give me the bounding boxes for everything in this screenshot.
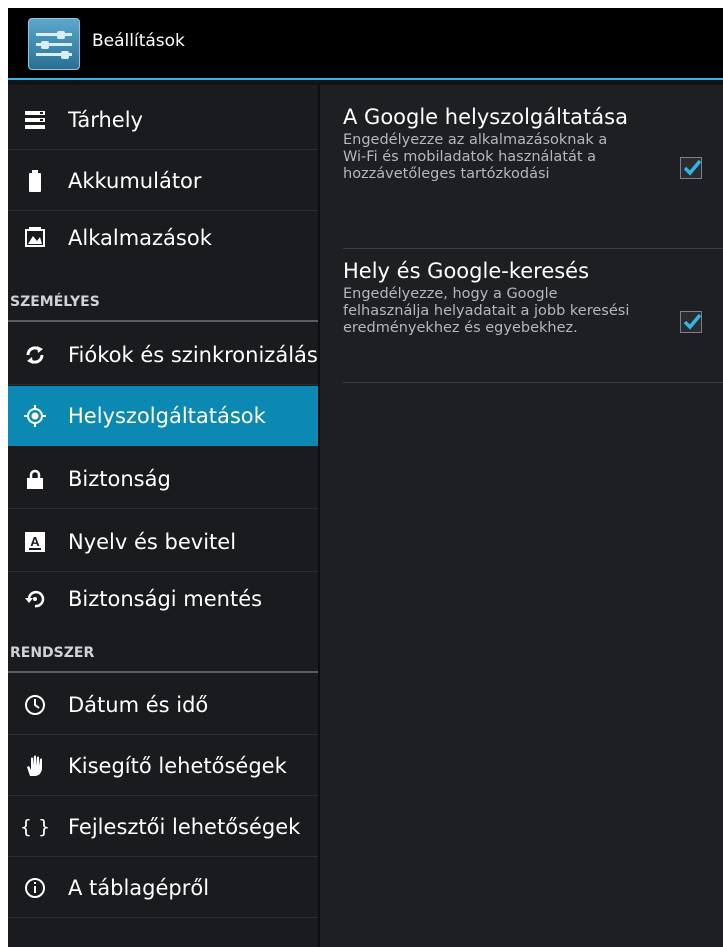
location-icon [24, 404, 46, 427]
clock-icon [24, 694, 46, 716]
sidebar-item-apps[interactable]: Alkalmazások [8, 212, 318, 260]
sidebar-item-label: Fiókok és szinkronizálás [68, 342, 318, 367]
sidebar-item-storage[interactable]: Tárhely [8, 90, 318, 150]
sidebar-item-label: Kisegítő lehetőségek [68, 753, 287, 778]
app-title: Beállítások [92, 31, 185, 51]
sidebar-item-accounts-sync[interactable]: Fiókok és szinkronizálás [8, 325, 318, 385]
info-icon [24, 877, 46, 899]
location-search-checkbox[interactable] [680, 311, 702, 333]
location-settings-pane: A Google helyszolgáltatása Engedélyezze … [320, 85, 723, 947]
pref-location-google-search[interactable]: Hely és Google-keresés Engedélyezze, hog… [343, 259, 723, 383]
sidebar-item-label: Helyszolgáltatások [68, 403, 266, 428]
sidebar-item-label: A táblagépről [68, 875, 210, 900]
section-header-system: RENDSZER [8, 635, 318, 673]
accessibility-hand-icon [24, 755, 46, 777]
settings-sidebar: Tárhely Akkumulátor Alkalmazások SZEMÉLY… [8, 85, 318, 947]
sidebar-item-label: Fejlesztői lehetőségek [68, 814, 301, 839]
sidebar-item-accessibility[interactable]: Kisegítő lehetőségek [8, 736, 318, 796]
sidebar-item-label: Nyelv és bevitel [68, 529, 237, 554]
settings-screen: Beállítások Tárhely Akkumulátor Alkalmaz… [8, 8, 723, 947]
section-header-personal: SZEMÉLYES [8, 284, 318, 322]
pref-google-location-service[interactable]: A Google helyszolgáltatása Engedélyezze … [343, 105, 723, 249]
storage-icon [24, 109, 46, 131]
google-location-checkbox[interactable] [680, 157, 702, 179]
pref-summary: Engedélyezze, hogy a Google felhasználja… [343, 286, 630, 336]
sidebar-item-date-time[interactable]: Dátum és idő [8, 675, 318, 735]
action-bar: Beállítások [8, 8, 723, 80]
keyboard-icon: A [24, 531, 46, 553]
sidebar-item-label: Tárhely [68, 107, 143, 132]
braces-icon: { } [19, 815, 51, 838]
backup-icon [24, 588, 46, 610]
pref-summary: Engedélyezze az alkalmazásoknak a Wi-Fi … [343, 132, 608, 182]
sidebar-item-developer[interactable]: { } Fejlesztői lehetőségek [8, 797, 318, 857]
settings-sliders-icon[interactable] [28, 18, 80, 70]
sidebar-item-location[interactable]: Helyszolgáltatások [8, 386, 318, 446]
apps-icon [24, 226, 46, 248]
sidebar-item-security[interactable]: Biztonság [8, 449, 318, 509]
sync-icon [24, 344, 46, 366]
action-bar-divider [8, 78, 723, 80]
sidebar-item-battery[interactable]: Akkumulátor [8, 151, 318, 211]
sidebar-item-language-input[interactable]: A Nyelv és bevitel [8, 512, 318, 572]
pref-title: A Google helyszolgáltatása [343, 105, 628, 129]
sidebar-item-label: Biztonság [68, 466, 171, 491]
sidebar-item-backup[interactable]: Biztonsági mentés [8, 573, 318, 625]
svg-text:A: A [30, 534, 40, 549]
sidebar-item-label: Alkalmazások [68, 226, 212, 250]
sidebar-item-about[interactable]: A táblagépről [8, 858, 318, 918]
battery-icon [24, 169, 46, 192]
lock-icon [24, 468, 46, 490]
sidebar-item-label: Akkumulátor [68, 168, 202, 193]
pref-title: Hely és Google-keresés [343, 259, 590, 283]
sidebar-item-label: Biztonsági mentés [68, 587, 263, 611]
sidebar-item-label: Dátum és idő [68, 692, 209, 717]
